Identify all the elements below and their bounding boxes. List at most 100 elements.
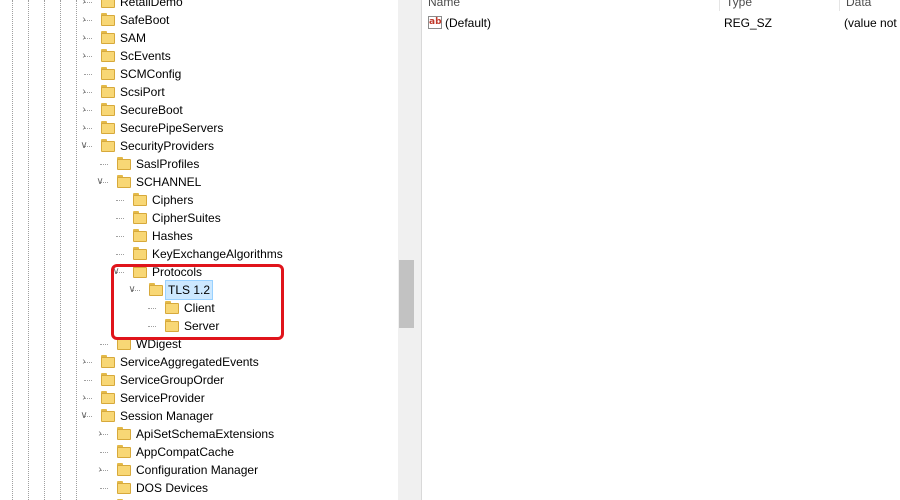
- tree-item[interactable]: ∨ SecurityProviders: [0, 137, 398, 155]
- tree-item[interactable]: › Configuration Manager: [0, 461, 398, 479]
- tree-item-label: SCMConfig: [120, 67, 182, 81]
- chevron-down-icon[interactable]: ∨: [127, 281, 137, 299]
- tree-item-label: SecureBoot: [120, 103, 183, 117]
- folder-icon: [101, 85, 115, 98]
- tree-connector-line: [116, 218, 124, 219]
- tree-connector-line: [148, 308, 156, 309]
- chevron-down-icon[interactable]: ∨: [95, 173, 105, 191]
- folder-icon: [133, 229, 147, 242]
- tree-item[interactable]: Client: [0, 299, 398, 317]
- chevron-right-icon[interactable]: ›: [79, 101, 89, 119]
- tree-item[interactable]: ∨ TLS 1.2: [0, 280, 398, 300]
- chevron-right-icon[interactable]: ›: [79, 389, 89, 407]
- tree-item[interactable]: WDigest: [0, 335, 398, 353]
- chevron-down-icon[interactable]: ∨: [79, 137, 89, 155]
- tree-item[interactable]: ∨ Protocols: [0, 263, 398, 281]
- column-header-type[interactable]: Type: [720, 0, 840, 11]
- folder-icon: [117, 337, 131, 350]
- folder-icon: [101, 0, 115, 8]
- tree-scrollbar-thumb[interactable]: [399, 260, 414, 328]
- tree-item-label: KeyExchangeAlgorithms: [152, 247, 283, 261]
- tree-item-label: AppCompatCache: [136, 445, 235, 459]
- folder-icon: [117, 427, 131, 440]
- tree-item[interactable]: CipherSuites: [0, 209, 398, 227]
- pane-splitter[interactable]: [415, 0, 422, 500]
- folder-icon: [101, 49, 115, 62]
- chevron-right-icon[interactable]: ›: [95, 425, 105, 443]
- tree-connector-line: [116, 236, 124, 237]
- tree-item-label: Server: [184, 319, 220, 333]
- tree-item-label: ServiceAggregatedEvents: [120, 355, 259, 369]
- tree-item[interactable]: › ScsiPort: [0, 83, 398, 101]
- chevron-down-icon[interactable]: ∨: [111, 263, 121, 281]
- registry-values-pane[interactable]: Name Type Data ab (Default) REG_SZ (valu…: [422, 0, 900, 500]
- tree-connector-line: [100, 452, 108, 453]
- value-row[interactable]: ab (Default) REG_SZ (value not set): [422, 14, 900, 32]
- tree-item[interactable]: › SAM: [0, 29, 398, 47]
- tree-connector-line: [116, 254, 124, 255]
- chevron-right-icon[interactable]: ›: [79, 47, 89, 65]
- folder-icon: [101, 67, 115, 80]
- tree-item-label: ServiceGroupOrder: [120, 373, 225, 387]
- tree-item[interactable]: SCMConfig: [0, 65, 398, 83]
- tree-item-label: SAM: [120, 31, 147, 45]
- column-header-name[interactable]: Name: [422, 0, 720, 11]
- tree-item[interactable]: › ApiSetSchemaExtensions: [0, 425, 398, 443]
- chevron-right-icon[interactable]: ›: [79, 83, 89, 101]
- tree-item[interactable]: › RetailDemo: [0, 0, 398, 11]
- folder-icon: [133, 193, 147, 206]
- value-data: (value not set): [844, 16, 900, 30]
- tree-item[interactable]: Hashes: [0, 227, 398, 245]
- tree-connector-line: [148, 326, 156, 327]
- tree-item-label: Hashes: [152, 229, 193, 243]
- tree-item-label: ScEvents: [120, 49, 171, 63]
- tree-item[interactable]: › ServiceProvider: [0, 389, 398, 407]
- registry-key-tree[interactable]: › RetailDemo › SafeBoot › SAM › ScEvents SCMConf…: [0, 0, 398, 500]
- tree-item[interactable]: KeyExchangeAlgorithms: [0, 245, 398, 263]
- folder-icon: [101, 409, 115, 422]
- tree-item[interactable]: Ciphers: [0, 191, 398, 209]
- folder-icon: [133, 247, 147, 260]
- chevron-down-icon[interactable]: ∨: [79, 407, 89, 425]
- tree-item[interactable]: AppCompatCache: [0, 443, 398, 461]
- folder-icon: [165, 319, 179, 332]
- folder-icon: [117, 175, 131, 188]
- tree-item-label: Ciphers: [152, 193, 194, 207]
- tree-item[interactable]: DOS Devices: [0, 479, 398, 497]
- chevron-right-icon[interactable]: ›: [95, 461, 105, 479]
- tree-item[interactable]: Server: [0, 317, 398, 335]
- tree-connector-line: [116, 200, 124, 201]
- tree-scrollbar[interactable]: [398, 0, 415, 500]
- tree-item-label: WDigest: [136, 337, 182, 351]
- folder-icon: [117, 445, 131, 458]
- string-value-icon: ab: [428, 16, 442, 29]
- tree-item[interactable]: › SafeBoot: [0, 11, 398, 29]
- tree-item[interactable]: SaslProfiles: [0, 155, 398, 173]
- tree-item[interactable]: › ScEvents: [0, 47, 398, 65]
- chevron-right-icon[interactable]: ›: [79, 119, 89, 137]
- tree-item[interactable]: ∨ Session Manager: [0, 407, 398, 425]
- tree-connector-line: [84, 74, 92, 75]
- tree-item[interactable]: › ServiceAggregatedEvents: [0, 353, 398, 371]
- folder-icon: [165, 301, 179, 314]
- tree-item-label: SafeBoot: [120, 13, 170, 27]
- tree-item[interactable]: › SecureBoot: [0, 101, 398, 119]
- chevron-right-icon[interactable]: ›: [79, 29, 89, 47]
- column-header-data[interactable]: Data: [840, 0, 900, 11]
- folder-icon: [101, 13, 115, 26]
- tree-item-label: DOS Devices: [136, 481, 209, 495]
- chevron-right-icon[interactable]: ›: [79, 11, 89, 29]
- folder-icon: [101, 31, 115, 44]
- tree-item-label: SecurityProviders: [120, 139, 215, 153]
- chevron-right-icon[interactable]: ›: [79, 0, 89, 11]
- tree-item[interactable]: ∨ SCHANNEL: [0, 173, 398, 191]
- folder-icon: [101, 391, 115, 404]
- tree-connector-line: [100, 164, 108, 165]
- tree-item-label: SCHANNEL: [136, 175, 202, 189]
- tree-item[interactable]: ServiceGroupOrder: [0, 371, 398, 389]
- chevron-right-icon[interactable]: ›: [79, 353, 89, 371]
- tree-item[interactable]: › SecurePipeServers: [0, 119, 398, 137]
- folder-icon: [117, 157, 131, 170]
- tree-item-label: SaslProfiles: [136, 157, 200, 171]
- tree-item-label: SecurePipeServers: [120, 121, 224, 135]
